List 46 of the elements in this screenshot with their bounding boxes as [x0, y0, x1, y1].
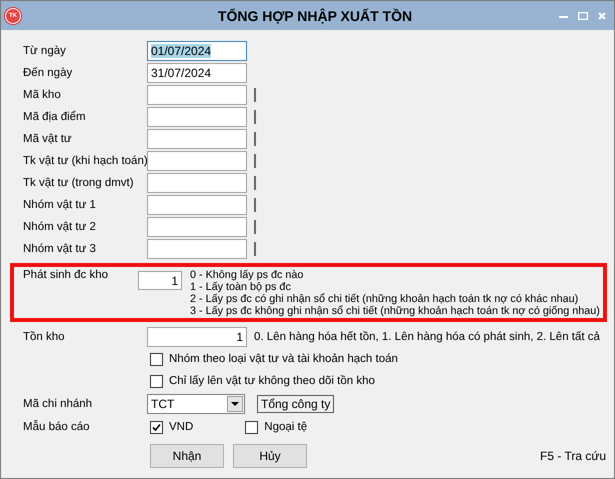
- check-icon: [152, 422, 161, 432]
- field-label: Phát sinh đc kho: [23, 269, 110, 283]
- input-field[interactable]: 31/07/2024: [147, 63, 247, 83]
- field-label: Mã kho: [23, 89, 62, 101]
- checkbox[interactable]: Chỉ lấy lên vật tư không theo dõi tồn kho: [150, 374, 375, 388]
- checkbox[interactable]: Ngoại tệ: [245, 420, 308, 434]
- input-field[interactable]: 1: [138, 271, 182, 290]
- minimize-icon[interactable]: [559, 14, 568, 18]
- field-label: Nhóm vật tư 2: [23, 221, 97, 233]
- close-icon[interactable]: [598, 12, 606, 20]
- field-label: Tồn kho: [23, 331, 66, 343]
- option-text: 3 - Lấy ps đc không ghi nhận sổ chi tiết (những khoản hạch toán tk nợ có giống nhau): [190, 305, 600, 317]
- option-text: 1 - Lấy toàn bộ ps đc: [190, 281, 292, 293]
- checkbox[interactable]: VND: [150, 420, 194, 434]
- field-label: Mã chi nhánh: [23, 398, 94, 410]
- shortcut-hint: F5 - Tra cứu: [540, 449, 606, 463]
- input-field[interactable]: [147, 217, 247, 237]
- maximize-icon[interactable]: [578, 12, 588, 20]
- ok-button[interactable]: Nhận: [150, 444, 224, 468]
- input-field[interactable]: [147, 129, 247, 149]
- caret-icon: [231, 402, 239, 406]
- field-label: Mã địa điểm: [23, 111, 87, 123]
- field-label: Tk vật tư (trong dmvt): [23, 177, 135, 189]
- input-field[interactable]: 01/07/2024: [147, 41, 247, 61]
- field-label: Đến ngày: [23, 67, 74, 79]
- branch-dropdown[interactable]: TCT: [147, 394, 245, 414]
- input-field[interactable]: [147, 173, 247, 193]
- checkbox[interactable]: Nhóm theo loại vật tư và tài khoản hạch toán: [150, 352, 398, 366]
- field-label: Mã vật tư: [23, 133, 73, 145]
- field-label: Nhóm vật tư 3: [23, 243, 97, 255]
- option-text: 0 - Không lấy ps đc nào: [190, 269, 304, 281]
- window-title: TỔNG HỢP NHẬP XUẤT TỒN: [216, 8, 414, 24]
- field-label: Tk vật tư (khi hạch toán): [23, 155, 147, 167]
- field-label: Mẫu báo cáo: [23, 421, 90, 433]
- option-text: 2 - Lấy ps đc có ghi nhận sổ chi tiết (những khoản hạch toán tk nợ có khác nhau): [190, 293, 580, 305]
- cancel-button[interactable]: Hủy: [233, 444, 307, 468]
- input-field[interactable]: [147, 239, 247, 259]
- branch-name: Tổng công ty: [257, 395, 334, 413]
- field-label: Nhóm vật tư 1: [23, 199, 97, 211]
- input-field[interactable]: [147, 195, 247, 215]
- hint-text: 0. Lên hàng hóa hết tồn, 1. Lên hàng hóa có phát sinh, 2. Lên tất cả: [254, 331, 600, 343]
- input-field[interactable]: [147, 107, 247, 127]
- field-label: Từ ngày: [23, 45, 67, 57]
- input-field[interactable]: [147, 85, 247, 105]
- input-field[interactable]: 1: [147, 327, 247, 347]
- input-field[interactable]: [147, 151, 247, 171]
